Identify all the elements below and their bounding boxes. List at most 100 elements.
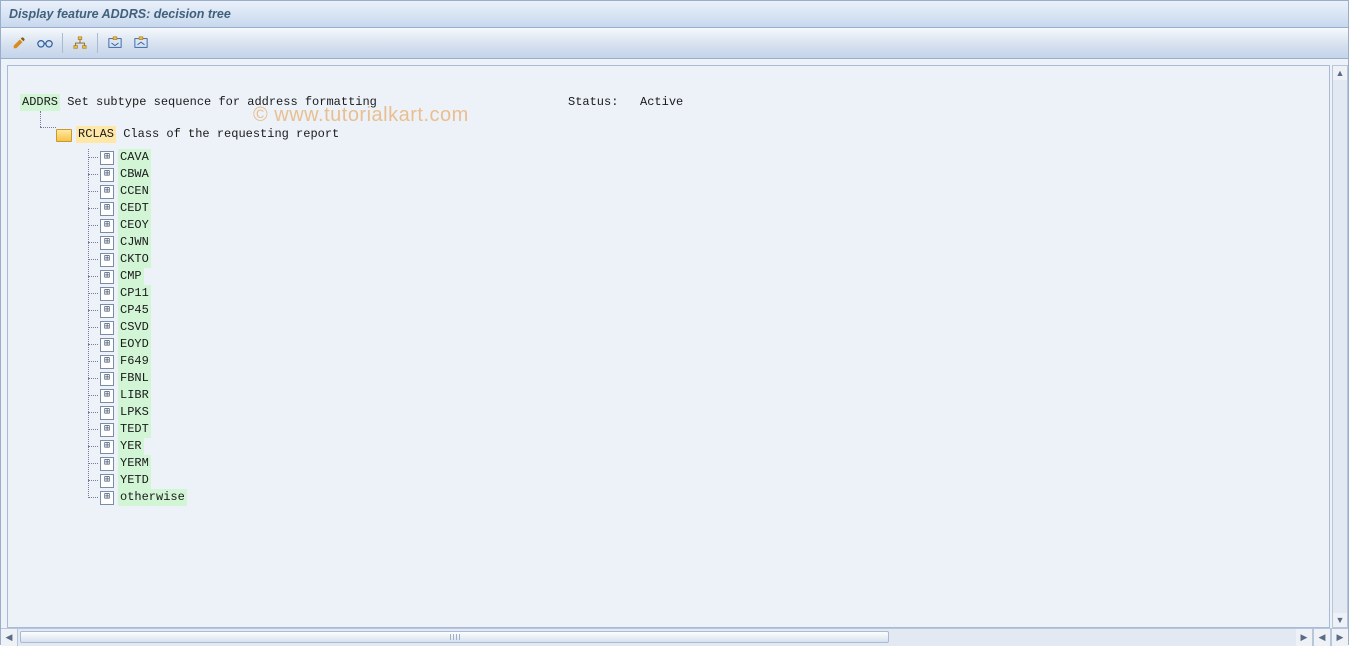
root-desc: Set subtype sequence for address formatt… bbox=[67, 94, 377, 111]
leaf-code: CKTO bbox=[118, 251, 151, 268]
tree-leaf-row[interactable]: ⊞ CKTO bbox=[78, 251, 1317, 268]
tree-leaf-row[interactable]: ⊞ CSVD bbox=[78, 319, 1317, 336]
scroll-left-arrow-icon[interactable]: ◀ bbox=[1, 629, 18, 646]
leaf-code: CP11 bbox=[118, 285, 151, 302]
leaf-code: CP45 bbox=[118, 302, 151, 319]
scroll-right-arrow-icon[interactable]: ▶ bbox=[1296, 629, 1313, 646]
tree-leaf-row[interactable]: ⊞ otherwise bbox=[78, 489, 1317, 506]
leaf-code: YETD bbox=[118, 472, 151, 489]
folder-open-icon bbox=[56, 129, 72, 142]
expand-node-icon[interactable]: ⊞ bbox=[100, 321, 114, 335]
root-code: ADDRS bbox=[20, 94, 60, 111]
leaf-code: LPKS bbox=[118, 404, 151, 421]
toolbar-separator bbox=[62, 33, 63, 53]
leaf-code: CSVD bbox=[118, 319, 151, 336]
tree-leaf-row[interactable]: ⊞ LIBR bbox=[78, 387, 1317, 404]
tree-line bbox=[40, 127, 56, 129]
expand-node-icon[interactable]: ⊞ bbox=[100, 440, 114, 454]
expand-node-icon[interactable]: ⊞ bbox=[100, 270, 114, 284]
horizontal-scrollbar[interactable]: ◀ ▶ ◀ ▶ bbox=[1, 628, 1348, 646]
tree-leaf-row[interactable]: ⊞ YETD bbox=[78, 472, 1317, 489]
expand-node-icon[interactable]: ⊞ bbox=[100, 423, 114, 437]
collapse-button[interactable] bbox=[129, 31, 153, 55]
check-button[interactable] bbox=[33, 31, 57, 55]
expand-node-icon[interactable]: ⊞ bbox=[100, 491, 114, 505]
tree-leaf-row[interactable]: ⊞ CAVA bbox=[78, 149, 1317, 166]
tree-leaf-row[interactable]: ⊞ CP11 bbox=[78, 285, 1317, 302]
vertical-scrollbar[interactable]: ▲ ▼ bbox=[1332, 65, 1348, 628]
tree-leaf-row[interactable]: ⊞ EOYD bbox=[78, 336, 1317, 353]
structure-button[interactable] bbox=[68, 31, 92, 55]
tree-leaf-row[interactable]: ⊞ CBWA bbox=[78, 166, 1317, 183]
status-value: Active bbox=[640, 95, 683, 109]
leaf-code: CAVA bbox=[118, 149, 151, 166]
scroll-up-arrow-icon[interactable]: ▲ bbox=[1333, 66, 1347, 80]
tree-leaf-row[interactable]: ⊞ CEDT bbox=[78, 200, 1317, 217]
status-block: Status: Active bbox=[568, 94, 683, 111]
page-title: Display feature ADDRS: decision tree bbox=[9, 7, 231, 21]
expand-node-icon[interactable]: ⊞ bbox=[100, 219, 114, 233]
tree-leaf-row[interactable]: ⊞ YERM bbox=[78, 455, 1317, 472]
node-desc: Class of the requesting report bbox=[123, 126, 339, 143]
tree-leaf-row[interactable]: ⊞CEOY bbox=[78, 217, 1317, 234]
scroll-right-arrow-icon[interactable]: ▶ bbox=[1331, 629, 1348, 646]
expand-node-icon[interactable]: ⊞ bbox=[100, 168, 114, 182]
status-label: Status: bbox=[568, 95, 618, 109]
tree-leaf-row[interactable]: ⊞CMP bbox=[78, 268, 1317, 285]
pencil-icon bbox=[12, 36, 26, 50]
expand-node-icon[interactable]: ⊞ bbox=[100, 236, 114, 250]
expand-icon bbox=[108, 36, 122, 50]
leaf-code: TEDT bbox=[118, 421, 151, 438]
glasses-icon bbox=[37, 37, 53, 49]
expand-node-icon[interactable]: ⊞ bbox=[100, 457, 114, 471]
scroll-down-arrow-icon[interactable]: ▼ bbox=[1333, 613, 1347, 627]
collapse-icon bbox=[134, 36, 148, 50]
tree-node-row[interactable]: RCLAS Class of the requesting report bbox=[56, 126, 1317, 143]
expand-node-icon[interactable]: ⊞ bbox=[100, 202, 114, 216]
leaf-code: EOYD bbox=[118, 336, 151, 353]
expand-node-icon[interactable]: ⊞ bbox=[100, 355, 114, 369]
expand-node-icon[interactable]: ⊞ bbox=[100, 406, 114, 420]
leaf-code: YER bbox=[118, 438, 144, 455]
node-code: RCLAS bbox=[76, 126, 116, 143]
tree-leaf-row[interactable]: ⊞ CCEN bbox=[78, 183, 1317, 200]
expand-node-icon[interactable]: ⊞ bbox=[100, 389, 114, 403]
tree-panel: © www.tutorialkart.com ADDRS Set subtype… bbox=[7, 65, 1330, 628]
expand-node-icon[interactable]: ⊞ bbox=[100, 287, 114, 301]
leaf-code: CBWA bbox=[118, 166, 151, 183]
scroll-track[interactable] bbox=[1333, 80, 1347, 613]
edit-button[interactable] bbox=[7, 31, 31, 55]
scroll-thumb[interactable] bbox=[20, 631, 889, 643]
expand-button[interactable] bbox=[103, 31, 127, 55]
decision-tree: ADDRS Set subtype sequence for address f… bbox=[8, 66, 1329, 518]
leaf-code: otherwise bbox=[118, 489, 187, 506]
leaf-code: CJWN bbox=[118, 234, 151, 251]
scroll-track[interactable] bbox=[18, 629, 1296, 646]
expand-node-icon[interactable]: ⊞ bbox=[100, 474, 114, 488]
hierarchy-icon bbox=[73, 36, 87, 50]
leaf-code: YERM bbox=[118, 455, 151, 472]
tree-leaf-row[interactable]: ⊞ CP45 bbox=[78, 302, 1317, 319]
tree-leaf-row[interactable]: ⊞ LPKS bbox=[78, 404, 1317, 421]
leaf-code: CEDT bbox=[118, 200, 151, 217]
expand-node-icon[interactable]: ⊞ bbox=[100, 338, 114, 352]
tree-line bbox=[40, 111, 42, 127]
tree-leaf-row[interactable]: ⊞ CJWN bbox=[78, 234, 1317, 251]
tree-children: ⊞CAVA⊞CBWA⊞CCEN⊞CEDT⊞CEOY⊞CJWN⊞CKTO⊞CMP⊞… bbox=[78, 149, 1317, 506]
tree-leaf-row[interactable]: ⊞ FBNL bbox=[78, 370, 1317, 387]
title-bar: Display feature ADDRS: decision tree bbox=[1, 1, 1348, 28]
leaf-code: CCEN bbox=[118, 183, 151, 200]
expand-node-icon[interactable]: ⊞ bbox=[100, 304, 114, 318]
expand-node-icon[interactable]: ⊞ bbox=[100, 372, 114, 386]
tree-leaf-row[interactable]: ⊞ TEDT bbox=[78, 421, 1317, 438]
app-window: Display feature ADDRS: decision tree © w… bbox=[0, 0, 1349, 645]
leaf-code: FBNL bbox=[118, 370, 151, 387]
expand-node-icon[interactable]: ⊞ bbox=[100, 185, 114, 199]
leaf-code: LIBR bbox=[118, 387, 151, 404]
scroll-left-arrow-icon[interactable]: ◀ bbox=[1313, 629, 1331, 646]
tree-leaf-row[interactable]: ⊞ F649 bbox=[78, 353, 1317, 370]
leaf-code: F649 bbox=[118, 353, 151, 370]
expand-node-icon[interactable]: ⊞ bbox=[100, 151, 114, 165]
tree-leaf-row[interactable]: ⊞ YER bbox=[78, 438, 1317, 455]
expand-node-icon[interactable]: ⊞ bbox=[100, 253, 114, 267]
